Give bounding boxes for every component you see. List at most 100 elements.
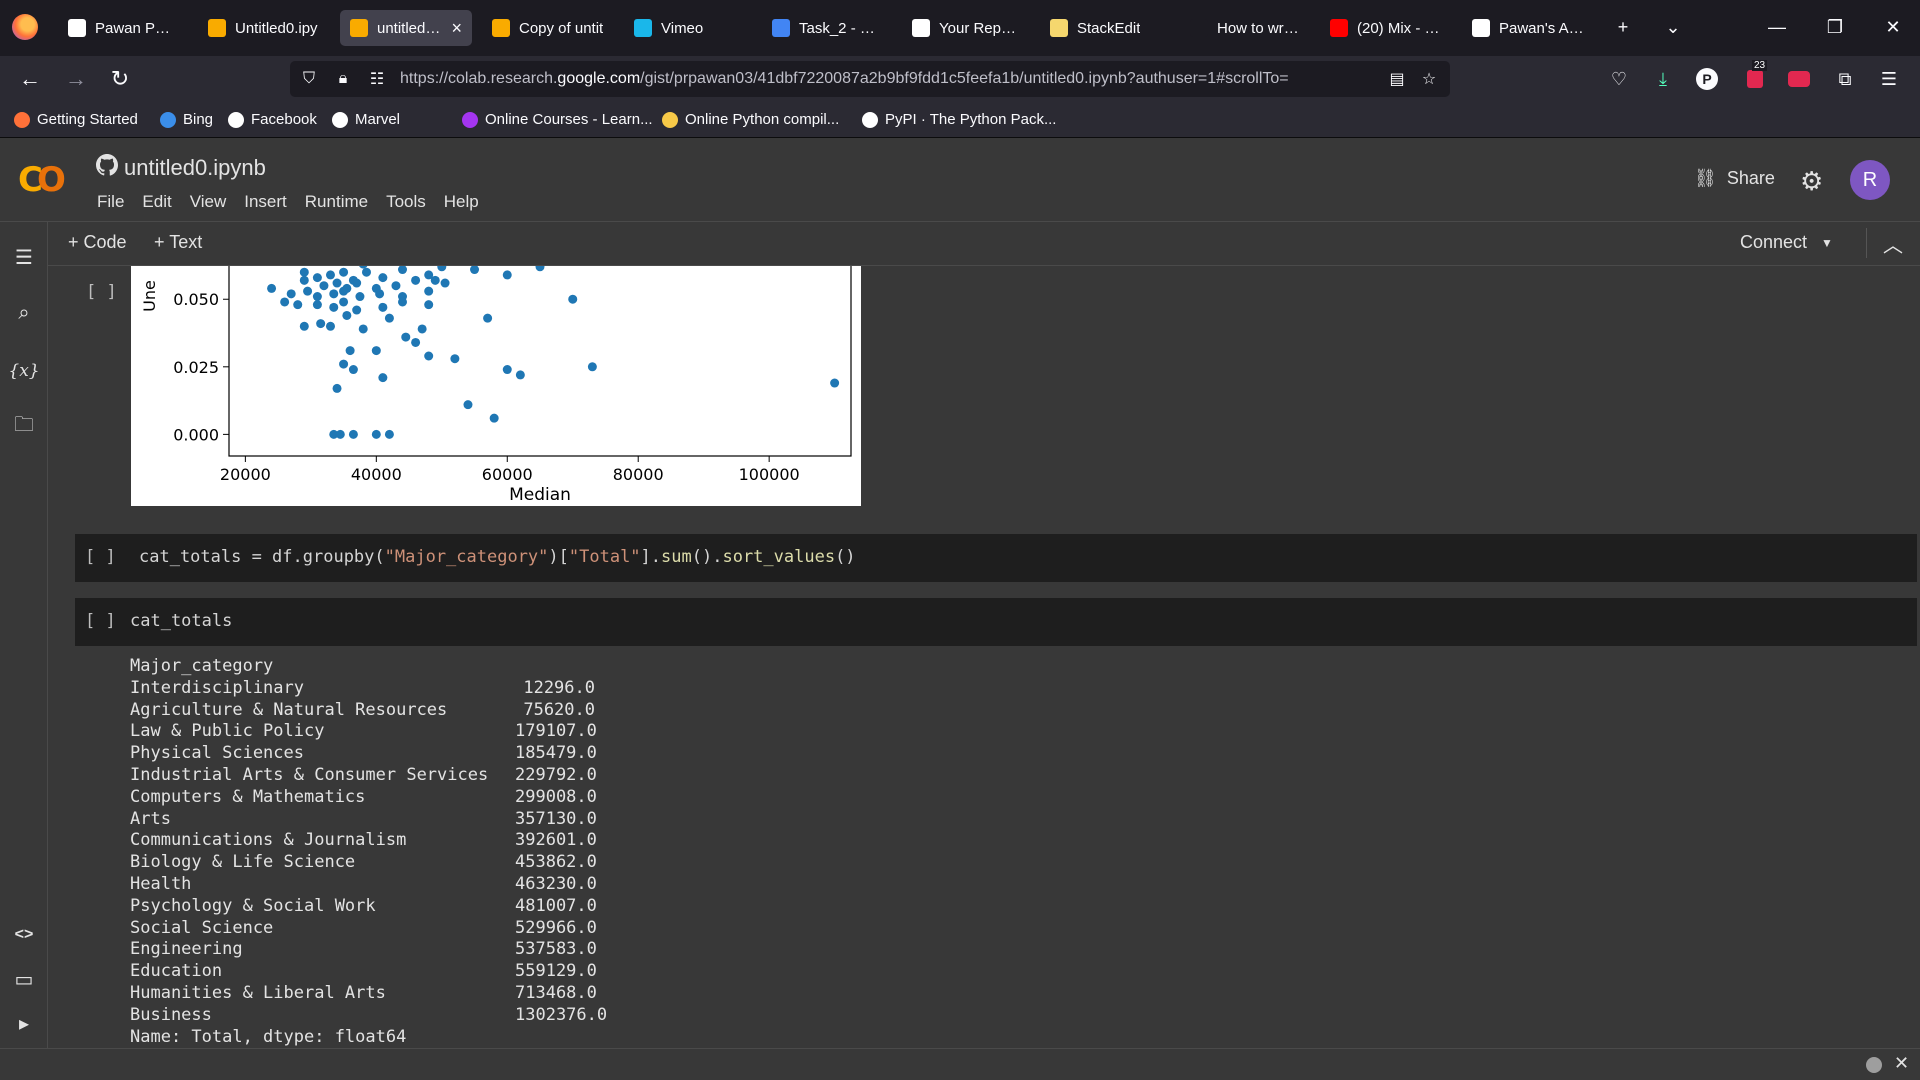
bookmark-item[interactable]: Bing — [160, 111, 213, 128]
shield-icon[interactable]: ⛉ — [298, 68, 320, 90]
connect-button[interactable]: Connect ▼ — [1740, 232, 1833, 253]
browser-tab[interactable]: Untitled0.ipy — [198, 10, 330, 46]
scatter-point — [398, 266, 408, 275]
groupby-code-cell[interactable]: [ ] cat_totals = df.groupby("Major_categ… — [75, 534, 1917, 582]
scatter-point — [830, 378, 840, 388]
bookmark-item[interactable]: Getting Started — [14, 111, 138, 128]
reload-icon[interactable]: ↻ — [104, 64, 136, 94]
restore-icon[interactable]: ❐ — [1820, 14, 1850, 40]
minimize-icon[interactable]: — — [1762, 14, 1792, 40]
firefox-logo-icon[interactable] — [12, 14, 38, 40]
add-text-button[interactable]: + Text — [154, 232, 202, 253]
notebook-title-text[interactable]: untitled0.ipynb — [124, 155, 266, 181]
browser-tab[interactable]: Pawan PR's P — [58, 10, 190, 46]
url-bar[interactable]: ⛉ 🔒︎ ☷ https://colab.research.google.com… — [290, 61, 1450, 97]
search-icon[interactable]: ⌕ — [9, 298, 39, 328]
terminal-icon[interactable]: ▸ — [9, 1008, 39, 1038]
code-snippets-icon[interactable]: <> — [9, 920, 39, 950]
new-tab-icon[interactable]: + — [1608, 14, 1638, 40]
menu-item-help[interactable]: Help — [435, 190, 488, 214]
browser-tab[interactable]: (20) Mix - Bo — [1320, 10, 1452, 46]
profile-p-icon[interactable]: P — [1696, 68, 1718, 90]
run-cell-button[interactable]: [ ] — [86, 282, 117, 302]
add-code-button[interactable]: + Code — [68, 232, 127, 253]
browser-tab[interactable]: Copy of untit — [482, 10, 614, 46]
forward-arrow-icon[interactable]: → — [60, 64, 92, 94]
menu-item-file[interactable]: File — [88, 190, 133, 214]
scatter-point — [299, 267, 309, 277]
bookmark-item[interactable]: Online Courses - Learn... — [462, 111, 653, 128]
bookmark-item[interactable]: PyPI · The Python Pack... — [862, 111, 1056, 128]
back-arrow-icon[interactable]: ← — [14, 64, 46, 94]
menu-bar: File Edit View Insert Runtime Tools Help — [88, 190, 488, 214]
menu-item-view[interactable]: View — [181, 190, 236, 214]
menu-item-runtime[interactable]: Runtime — [296, 190, 377, 214]
caret-down-icon[interactable]: ▼ — [1821, 236, 1833, 250]
colab-logo-icon[interactable]: CO — [18, 160, 66, 200]
display-code[interactable]: cat_totals — [130, 611, 232, 631]
run-cell-button[interactable]: [ ] — [85, 611, 116, 631]
display-code-cell[interactable]: [ ] cat_totals — [75, 598, 1917, 646]
youtube-extension-icon[interactable] — [1786, 66, 1812, 92]
notebook-title[interactable]: untitled0.ipynb — [96, 154, 266, 182]
scatter-point — [339, 297, 349, 307]
tab-list-chevron-icon[interactable]: ⌄ — [1658, 14, 1688, 40]
files-folder-icon[interactable]: 🗀 — [9, 412, 39, 442]
permissions-icon[interactable]: ☷ — [366, 68, 388, 90]
downloads-icon[interactable]: ⤓ — [1650, 66, 1676, 92]
tab-close-icon[interactable]: × — [451, 18, 462, 39]
blank-icon — [1190, 19, 1208, 37]
groupby-code[interactable]: cat_totals = df.groupby("Major_category"… — [139, 547, 856, 567]
extensions-puzzle-icon[interactable]: ⧉ — [1832, 66, 1858, 92]
menu-item-edit[interactable]: Edit — [133, 190, 180, 214]
run-cell-button[interactable]: [ ] — [85, 547, 116, 567]
bookmark-item[interactable]: Facebook — [228, 111, 317, 128]
avatar[interactable]: R — [1850, 160, 1890, 200]
menu-item-insert[interactable]: Insert — [235, 190, 296, 214]
row-category: Arts — [130, 808, 171, 829]
left-sidebar: ☰ ⌕ {x} 🗀 <> ▭ ▸ — [0, 222, 48, 1048]
browser-tab-strip: Pawan PR's P Untitled0.ipy untitled0.ip × Co… — [0, 0, 1920, 56]
scatter-point — [424, 286, 434, 296]
browser-tab[interactable]: Vimeo — [624, 10, 752, 46]
collapse-header-icon[interactable]: ︿ — [1866, 228, 1903, 258]
row-total: 713468.0 — [515, 982, 597, 1003]
reader-view-icon[interactable]: ▤ — [1386, 68, 1408, 90]
app-menu-icon[interactable]: ☰ — [1876, 66, 1902, 92]
browser-tab[interactable]: untitled0.ip × — [340, 10, 472, 46]
url-text[interactable]: https://colab.research.google.com/gist/p… — [400, 70, 1370, 88]
settings-gear-icon[interactable]: ⚙ — [1800, 166, 1823, 197]
browser-tab[interactable]: Task_2 - Goo — [762, 10, 892, 46]
status-close-icon[interactable]: ✕ — [1894, 1053, 1909, 1074]
menu-item-tools[interactable]: Tools — [377, 190, 435, 214]
window-close-icon[interactable]: ✕ — [1878, 14, 1908, 40]
variables-icon[interactable]: {x} — [8, 356, 39, 386]
bookmark-star-icon[interactable]: ☆ — [1418, 68, 1440, 90]
lock-icon[interactable]: 🔒︎ — [332, 68, 354, 90]
browser-tab[interactable]: StackEdit — [1040, 10, 1170, 46]
row-total: 529966.0 — [515, 917, 597, 938]
x-tick-label: 40000 — [351, 465, 402, 484]
row-category: Humanities & Liberal Arts — [130, 982, 386, 1003]
bookmark-item[interactable]: Online Python compil... — [662, 111, 839, 128]
share-button[interactable]: ⛓ Share — [1694, 168, 1775, 189]
table-of-contents-icon[interactable]: ☰ — [9, 242, 39, 272]
bookmark-label: Online Courses - Learn... — [485, 111, 653, 128]
command-palette-icon[interactable]: ▭ — [9, 964, 39, 994]
scatter-point — [348, 365, 358, 375]
tab-label: Vimeo — [661, 19, 704, 37]
bookmark-item[interactable]: Marvel — [332, 111, 400, 128]
browser-tab[interactable]: Your Reposito — [902, 10, 1032, 46]
tab-label: Pawan PR's P — [95, 19, 180, 37]
tab-label: Task_2 - Goo — [799, 19, 882, 37]
bookmark-favicon-icon — [662, 111, 678, 128]
browser-tab[interactable]: How to write ? | — [1180, 10, 1310, 46]
scatter-point — [489, 413, 499, 423]
output-row: Engineering 537583.0 — [130, 939, 597, 961]
row-category: Psychology & Social Work — [130, 895, 376, 916]
extension-shield-icon[interactable]: 23 — [1742, 60, 1768, 92]
browser-tab[interactable]: Pawan's AI-M — [1462, 10, 1594, 46]
pocket-icon[interactable]: ♡ — [1606, 66, 1632, 92]
scatter-point — [440, 278, 450, 288]
scatter-point — [463, 400, 473, 410]
